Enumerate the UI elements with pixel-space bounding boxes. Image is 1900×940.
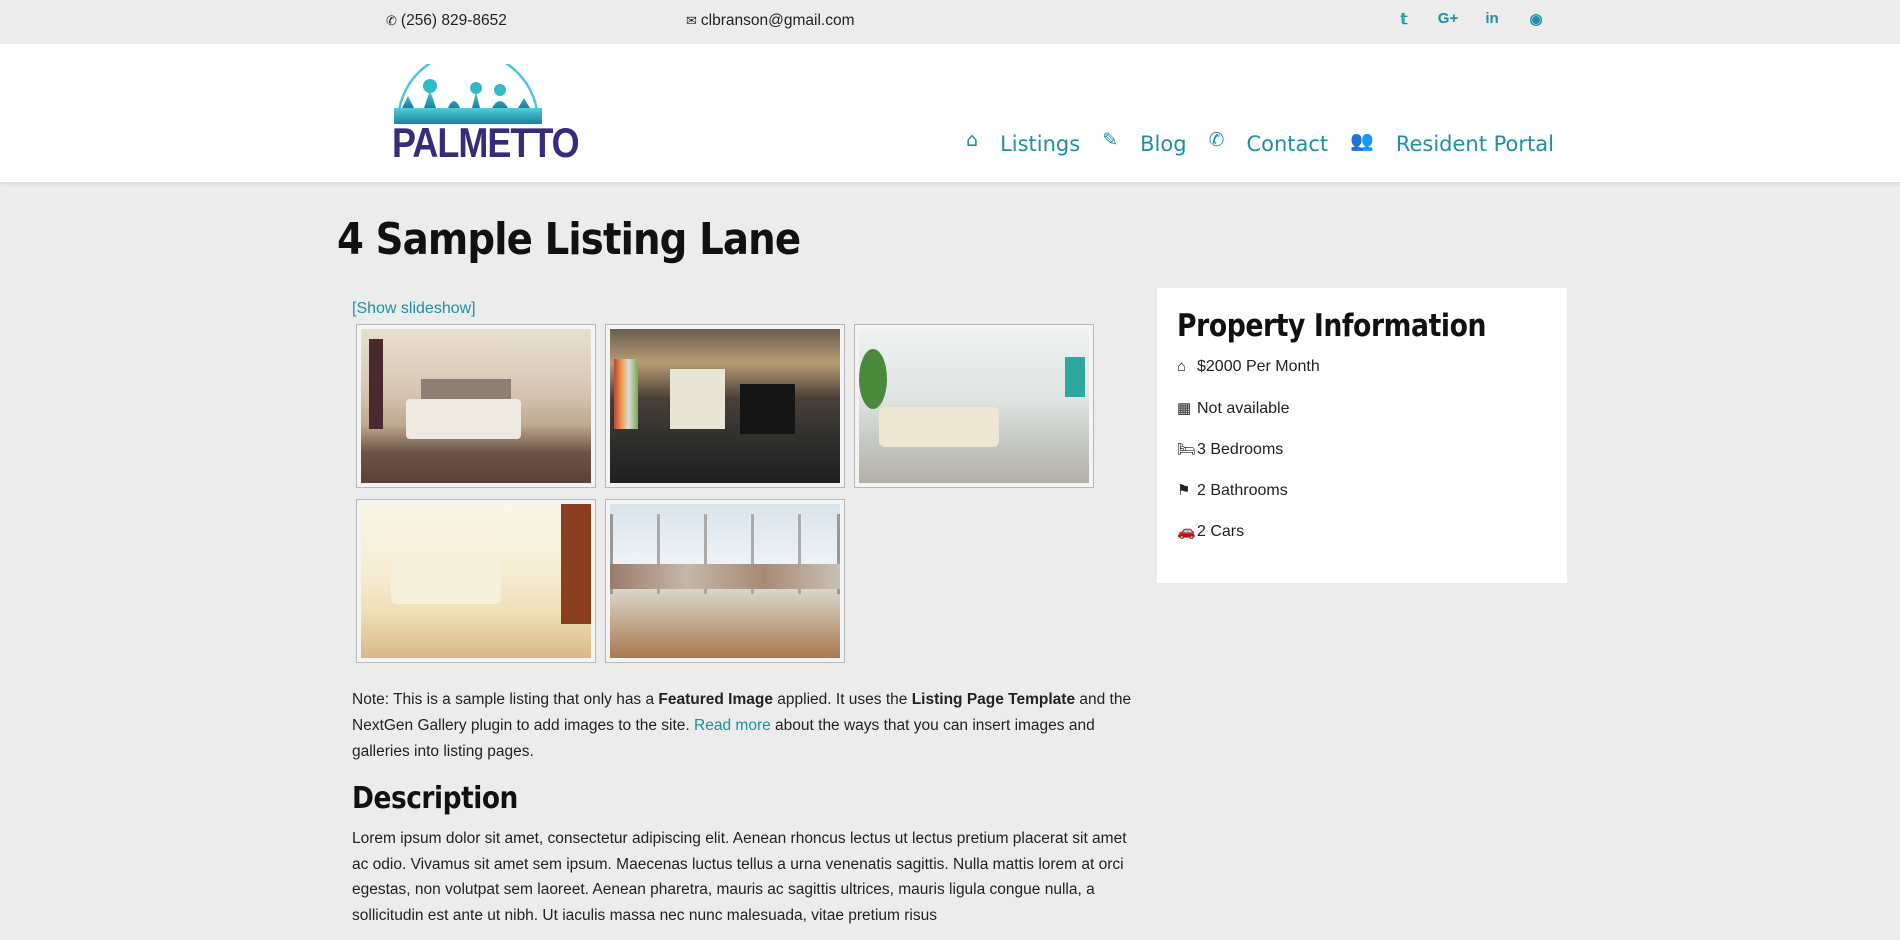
contact-email[interactable]: ✉ clbranson@gmail.com [686,12,854,30]
gallery-thumbnail[interactable] [605,499,845,663]
users-icon: 👥 [1350,129,1374,152]
property-bedrooms: 🛏3 Bedrooms [1177,440,1547,481]
email-address: clbranson@gmail.com [700,12,855,29]
shower-icon: ⚑ [1177,482,1191,499]
calendar-icon: ▦ [1177,400,1192,417]
property-rent: ⌂ $2000 Per Month [1177,358,1547,399]
living-room-photo [859,329,1089,483]
bathrooms-value: 2 Bathrooms [1197,482,1288,499]
availability-value: Not available [1197,400,1290,417]
image-gallery [356,324,1142,663]
palmetto-skyline-logo [394,50,542,124]
site-header: PALMETTO ⌂ Listings ✎ Blog ✆ Contact 👥 R… [0,44,1900,182]
page-title: 4 Sample Listing Lane [337,214,801,265]
phone-icon: ✆ [386,13,397,28]
car-icon: 🚗 [1177,523,1196,540]
top-bar: ✆ (256) 829-8652 ✉ clbranson@gmail.com 𝕥 G… [0,0,1900,44]
property-bathrooms: ⚑ 2 Bathrooms [1177,481,1547,522]
property-parking: 🚗2 Cars [1177,522,1547,563]
rent-value: $2000 Per Month [1197,358,1320,375]
gallery-thumbnail[interactable] [854,324,1094,488]
bedrooms-value: 3 Bedrooms [1197,441,1284,458]
note-template-name: Listing Page Template [911,691,1076,708]
twitter-icon[interactable]: 𝕥 [1390,10,1418,28]
property-info-panel: Property Information ⌂ $2000 Per Month ▦ N… [1157,288,1567,583]
note-featured-image: Featured Image [658,691,773,708]
description-text: Lorem ipsum dolor sit amet, consectetur … [352,830,1127,924]
listing-content: [Show slideshow] Note: This is a sample … [352,300,1142,928]
google-plus-icon[interactable]: G+ [1434,10,1462,28]
envelope-icon: ✉ [686,13,697,28]
pencil-icon: ✎ [1102,129,1119,151]
note-text: Note: This is a sample listing that only… [352,691,659,708]
gallery-thumbnail[interactable] [605,324,845,488]
contact-phone[interactable]: ✆ (256) 829-8652 [386,12,507,30]
description-heading: Description [352,781,518,816]
site-logo[interactable]: PALMETTO [392,50,580,167]
gallery-thumbnail[interactable] [356,324,596,488]
linkedin-icon[interactable]: in [1478,10,1506,28]
phone-number: (256) 829-8652 [400,12,507,29]
gallery-thumbnail[interactable] [356,499,596,663]
property-availability: ▦ Not available [1177,399,1547,440]
bed-icon: 🛏 [1177,441,1197,458]
home-icon: ⌂ [1177,358,1187,375]
phone-icon: ✆ [1208,129,1225,151]
nav-resident-portal[interactable]: Resident Portal [1396,132,1554,156]
bedroom-photo [361,329,591,483]
github-icon[interactable]: ◉ [1522,10,1550,28]
nav-listings[interactable]: Listings [1000,132,1080,156]
nav-blog[interactable]: Blog [1140,132,1186,156]
read-more-link[interactable]: Read more [694,717,771,734]
main-nav: ⌂ Listings ✎ Blog ✆ Contact 👥 Resident P… [966,129,1576,156]
logo-text: PALMETTO [392,119,580,167]
property-info-title: Property Information [1177,308,1487,344]
listing-note: Note: This is a sample listing that only… [352,687,1132,765]
home-icon: ⌂ [966,129,979,151]
note-text: applied. It uses the [772,691,912,708]
nav-contact[interactable]: Contact [1246,132,1328,156]
sunroom-photo [361,504,591,658]
kitchen-photo [610,329,840,483]
show-slideshow-link[interactable]: [Show slideshow] [352,300,1142,318]
parking-value: 2 Cars [1197,523,1245,540]
balcony-view-photo [610,504,840,658]
social-links: 𝕥 G+ in ◉ [1390,10,1550,28]
